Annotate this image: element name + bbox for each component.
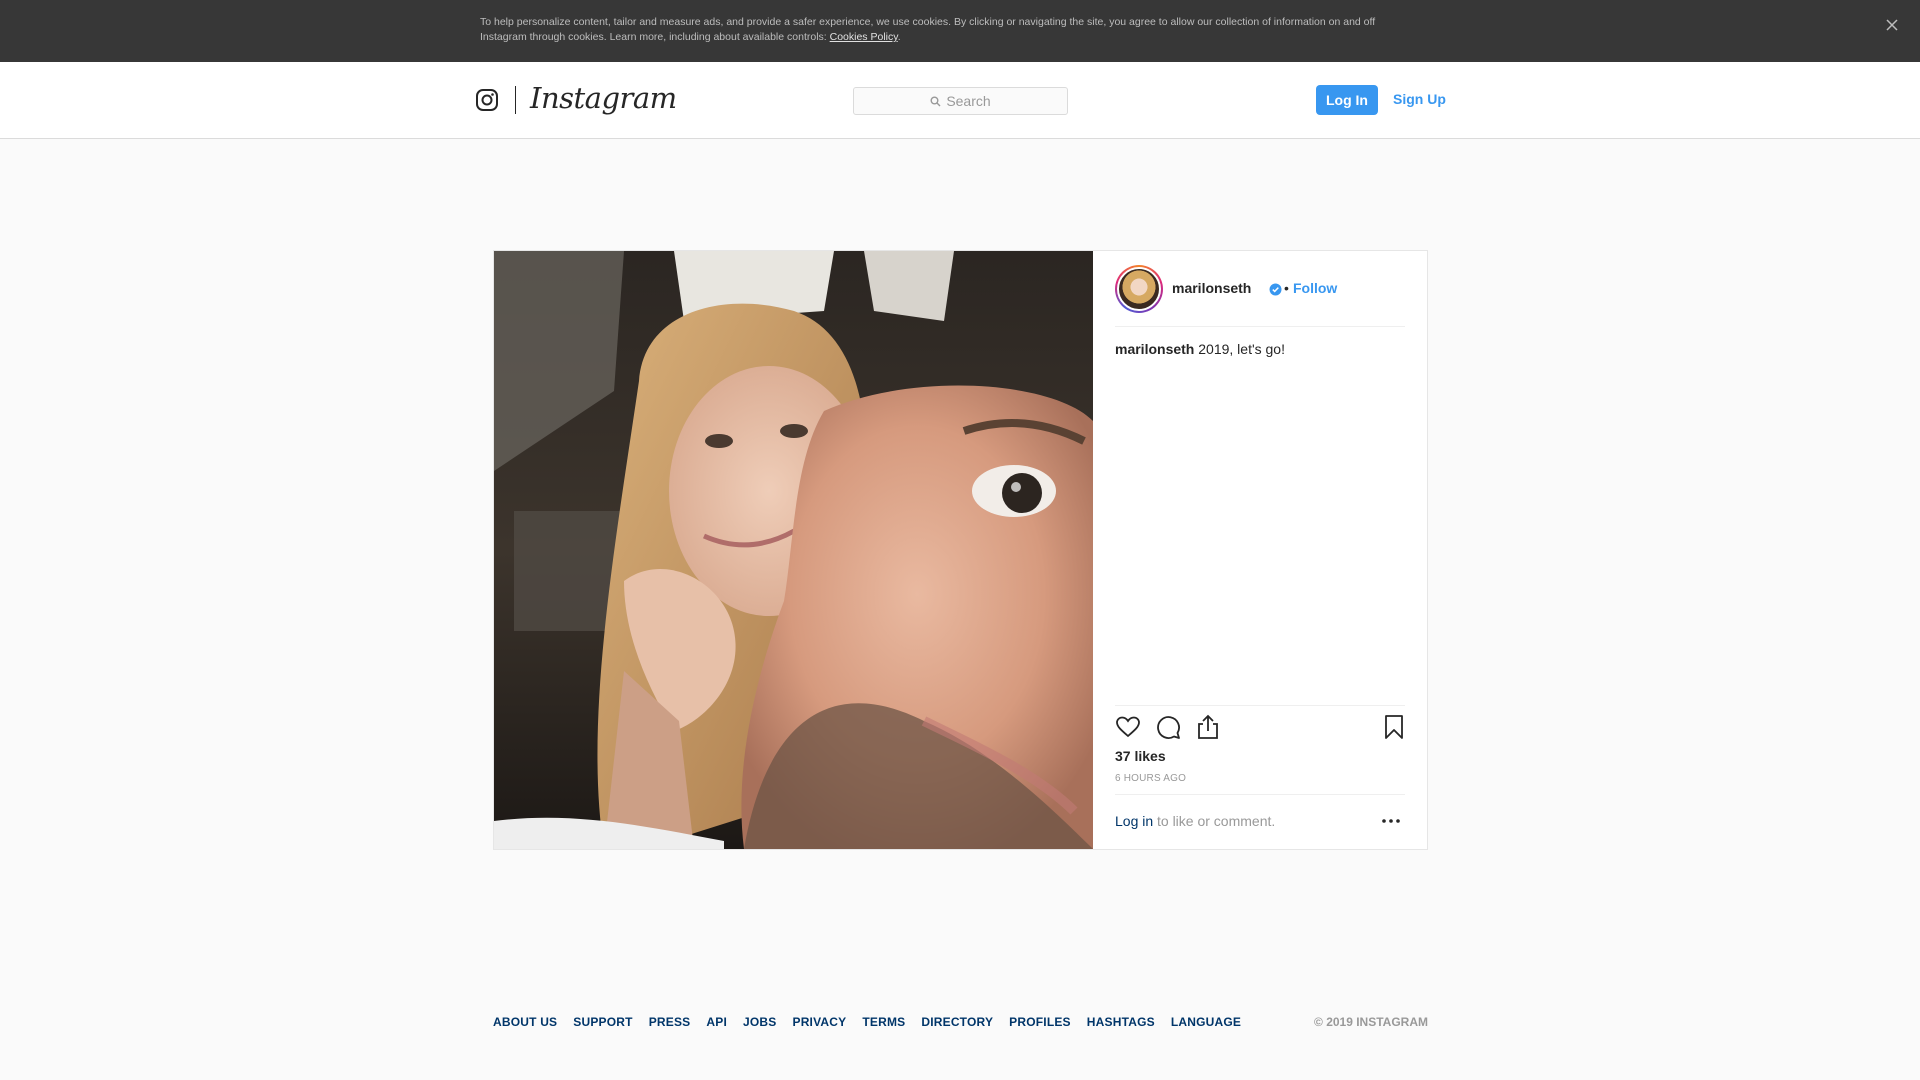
- login-link[interactable]: Log in: [1115, 813, 1153, 829]
- comment-icon[interactable]: [1155, 714, 1181, 740]
- footer-nav: ABOUT US SUPPORT PRESS API JOBS PRIVACY …: [493, 1015, 1257, 1029]
- cookie-banner-text: To help personalize content, tailor and …: [480, 15, 1420, 45]
- footer-link-directory[interactable]: DIRECTORY: [921, 1015, 993, 1029]
- post-header: marilonseth • Follow: [1115, 265, 1405, 327]
- post-username[interactable]: marilonseth: [1172, 280, 1251, 296]
- cookie-banner: To help personalize content, tailor and …: [0, 0, 1920, 62]
- logo-divider: [515, 86, 516, 114]
- footer-link-press[interactable]: PRESS: [649, 1015, 691, 1029]
- footer: ABOUT US SUPPORT PRESS API JOBS PRIVACY …: [493, 1015, 1428, 1031]
- footer-link-about-us[interactable]: ABOUT US: [493, 1015, 557, 1029]
- footer-link-support[interactable]: SUPPORT: [573, 1015, 632, 1029]
- instagram-glyph-icon[interactable]: [475, 88, 499, 112]
- footer-link-jobs[interactable]: JOBS: [743, 1015, 776, 1029]
- heart-icon[interactable]: [1115, 714, 1141, 740]
- footer-link-hashtags[interactable]: HASHTAGS: [1087, 1015, 1155, 1029]
- search-placeholder: Search: [946, 93, 991, 109]
- top-nav: Instagram Search Log In Sign Up: [0, 62, 1920, 139]
- likes-count[interactable]: 37 likes: [1115, 748, 1166, 764]
- separator-dot: •: [1284, 280, 1289, 296]
- copyright: © 2019 INSTAGRAM: [1314, 1015, 1428, 1029]
- bookmark-icon[interactable]: [1381, 714, 1407, 740]
- comment-prompt-text: to like or comment.: [1157, 813, 1276, 829]
- share-icon[interactable]: [1195, 714, 1221, 740]
- post-actions: [1115, 705, 1405, 739]
- post-card: marilonseth • Follow marilonseth 2019, l…: [493, 250, 1428, 850]
- signup-link[interactable]: Sign Up: [1393, 91, 1446, 107]
- footer-link-language[interactable]: LANGUAGE: [1171, 1015, 1241, 1029]
- follow-button[interactable]: Follow: [1293, 280, 1337, 296]
- avatar[interactable]: [1115, 265, 1163, 313]
- instagram-wordmark[interactable]: Instagram: [530, 81, 677, 121]
- close-icon[interactable]: [1882, 15, 1902, 35]
- footer-link-profiles[interactable]: PROFILES: [1009, 1015, 1071, 1029]
- footer-link-terms[interactable]: TERMS: [862, 1015, 905, 1029]
- caption-text: 2019, let's go!: [1194, 341, 1285, 357]
- more-icon[interactable]: [1381, 817, 1401, 825]
- comment-prompt: Log in to like or comment.: [1115, 794, 1405, 838]
- footer-link-privacy[interactable]: PRIVACY: [792, 1015, 846, 1029]
- post-caption: marilonseth 2019, let's go!: [1115, 340, 1405, 358]
- search-icon: [930, 96, 941, 106]
- post-timestamp[interactable]: 6 HOURS AGO: [1115, 773, 1186, 784]
- search-input[interactable]: Search: [853, 87, 1068, 115]
- footer-link-api[interactable]: API: [706, 1015, 727, 1029]
- cookie-banner-message: To help personalize content, tailor and …: [480, 16, 1376, 43]
- login-button[interactable]: Log In: [1316, 85, 1378, 115]
- cookies-policy-link[interactable]: Cookies Policy: [830, 31, 898, 43]
- verified-badge-icon: [1269, 283, 1282, 296]
- post-photo[interactable]: [494, 251, 1093, 849]
- caption-username[interactable]: marilonseth: [1115, 341, 1194, 357]
- post-sidebar: marilonseth • Follow marilonseth 2019, l…: [1093, 251, 1427, 849]
- cookie-banner-period: .: [897, 31, 901, 43]
